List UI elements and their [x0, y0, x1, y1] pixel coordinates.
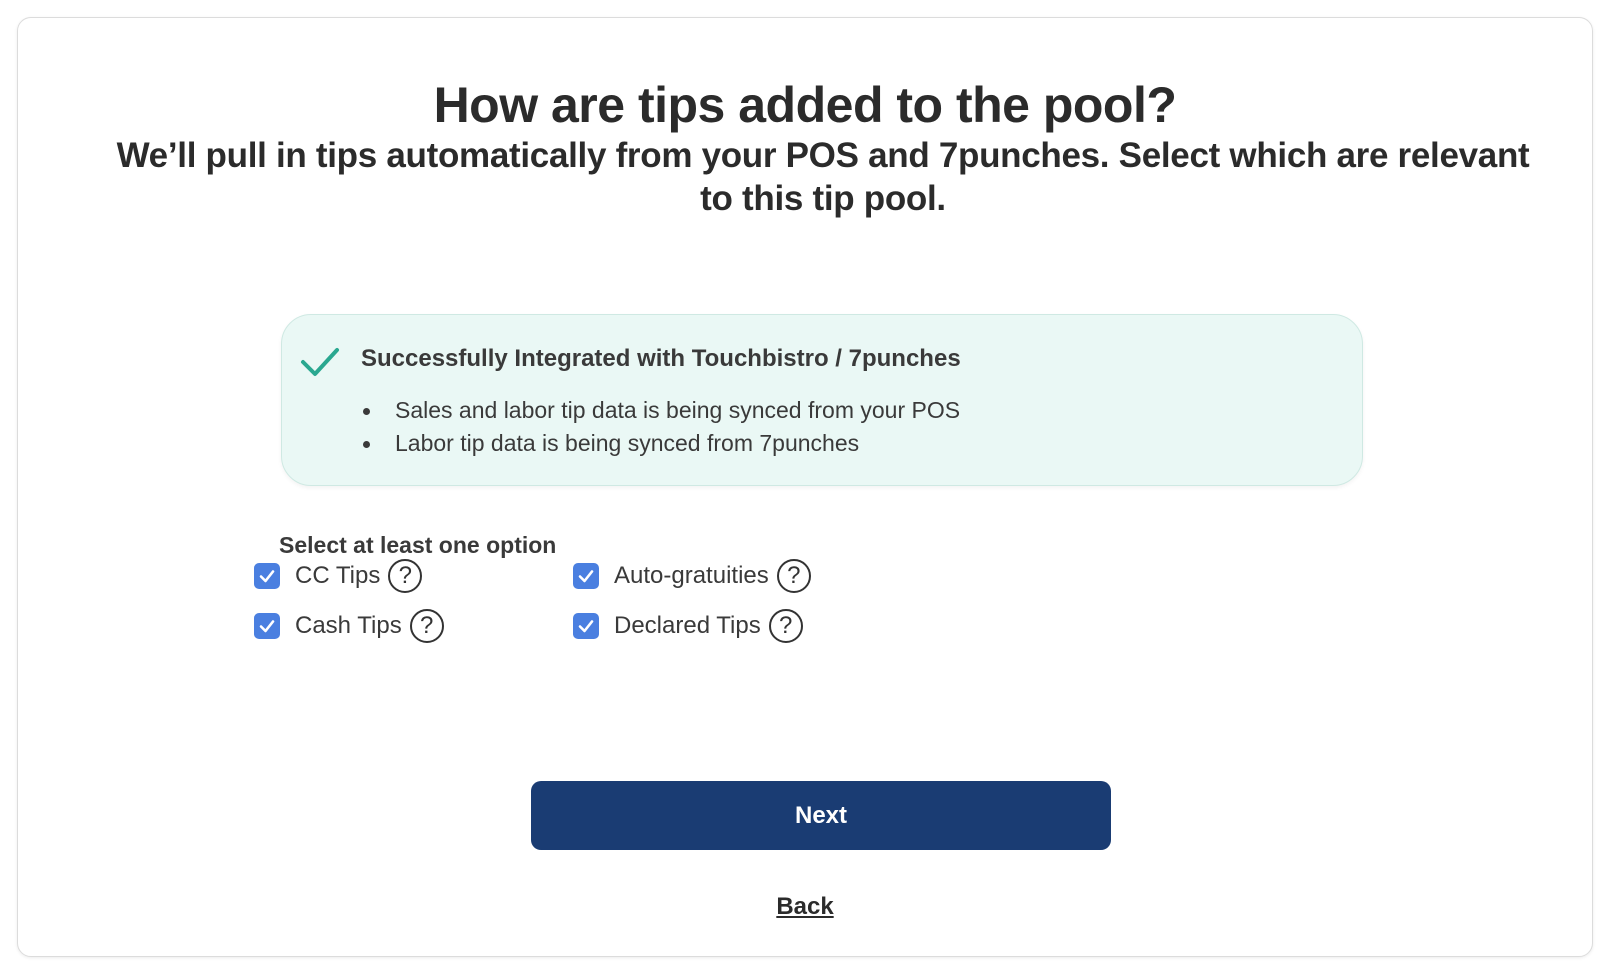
- help-icon[interactable]: ?: [388, 559, 423, 593]
- cc-tips-checkbox[interactable]: [254, 563, 280, 589]
- integration-title: Successfully Integrated with Touchbistro…: [361, 345, 961, 372]
- option-declared-tips[interactable]: Declared Tips ?: [573, 609, 803, 643]
- check-icon: [300, 345, 340, 379]
- cash-tips-checkbox[interactable]: [254, 613, 280, 639]
- help-icon[interactable]: ?: [768, 609, 803, 643]
- option-cash-tips[interactable]: Cash Tips ?: [254, 609, 444, 643]
- cc-tips-label[interactable]: CC Tips: [295, 562, 380, 590]
- option-auto-gratuities[interactable]: Auto-gratuities ?: [573, 559, 811, 593]
- tip-pool-card: How are tips added to the pool? We’ll pu…: [17, 17, 1593, 957]
- integration-status-box: Successfully Integrated with Touchbistro…: [281, 314, 1363, 486]
- help-icon[interactable]: ?: [776, 559, 811, 593]
- page-subtitle: We’ll pull in tips automatically from yo…: [116, 136, 1530, 218]
- help-icon[interactable]: ?: [409, 609, 444, 643]
- cash-tips-label[interactable]: Cash Tips: [295, 612, 402, 640]
- integration-bullets: Sales and labor tip data is being synced…: [361, 394, 960, 460]
- auto-gratuities-label[interactable]: Auto-gratuities: [614, 562, 769, 590]
- back-link[interactable]: Back: [18, 893, 1592, 921]
- integration-bullet: Sales and labor tip data is being synced…: [361, 394, 960, 427]
- auto-gratuities-checkbox[interactable]: [573, 563, 599, 589]
- page-title: How are tips added to the pool?: [433, 77, 1177, 133]
- declared-tips-label[interactable]: Declared Tips: [614, 612, 761, 640]
- declared-tips-checkbox[interactable]: [573, 613, 599, 639]
- integration-bullet: Labor tip data is being synced from 7pun…: [361, 427, 960, 460]
- option-cc-tips[interactable]: CC Tips ?: [254, 559, 423, 593]
- select-options-label: Select at least one option: [279, 532, 557, 558]
- next-button[interactable]: Next: [531, 781, 1111, 850]
